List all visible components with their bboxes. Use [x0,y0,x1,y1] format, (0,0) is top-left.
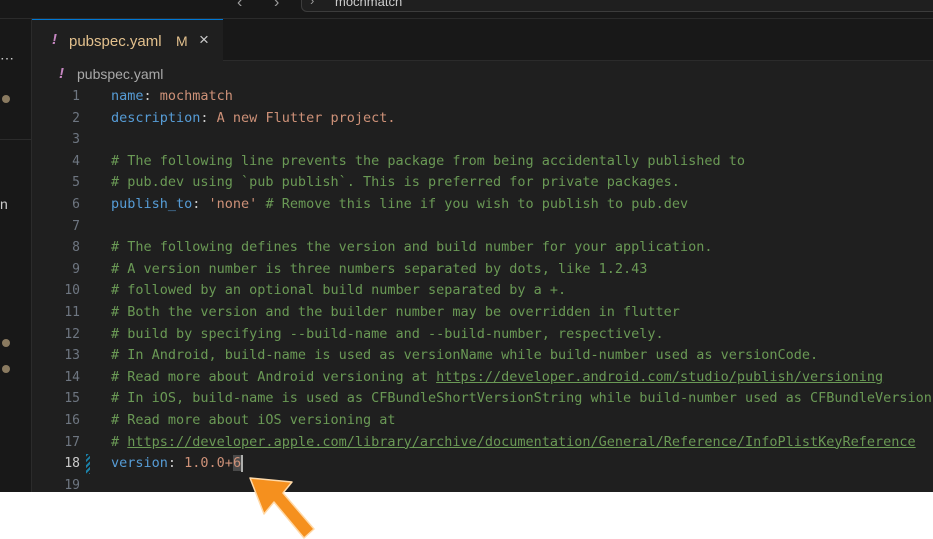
back-arrow-icon[interactable]: ‹ [237,0,242,12]
code-comment: # Remove this line if you wish to publis… [257,196,689,212]
code-line: # Read more about Android versioning at … [111,367,883,389]
code-comment: # In Android, build-name is used as vers… [111,347,819,364]
code-comment: # Read more about Android versioning at [111,368,437,385]
code-line-active: version: 1.0.0+6 [111,453,244,475]
yaml-key: publish_to [111,196,193,212]
line-number: 16 [64,413,80,428]
code-link[interactable]: https://developer.apple.com/library/arch… [127,434,915,450]
yaml-value: 1.0.0+ [184,455,233,472]
yaml-colon: : [192,196,209,212]
line-number: 4 [72,153,80,169]
code-line: description: A new Flutter project. [111,108,395,130]
chevron-right-icon: › [310,0,315,8]
line-number: 8 [72,240,80,256]
sidebar: ⋯ n [0,19,32,492]
breadcrumb[interactable]: pubspec.yaml [77,66,163,82]
code-comment: # Read more about iOS versioning at [111,412,396,428]
yaml-file-icon: ! [52,31,57,48]
forward-arrow-icon[interactable]: › [274,0,279,12]
command-center-label[interactable]: mochmatch [335,0,402,9]
vscode-window: ‹ › › mochmatch ⋯ n ! pubspec.yaml M × !… [0,0,933,492]
code-comment: # build by specifying --build-name and -… [111,325,664,342]
code-comment: # The following defines the version and … [111,239,713,256]
text-cursor [241,454,244,472]
yaml-colon: : [200,109,217,126]
line-number: 10 [64,283,80,299]
more-actions-icon[interactable]: ⋯ [0,50,14,67]
code-line: # https://developer.apple.com/library/ar… [111,432,916,454]
line-number: 6 [72,197,80,212]
code-comment: # Both the version and the builder numbe… [111,304,680,320]
yaml-key: name [111,88,144,104]
line-number: 19 [64,477,80,492]
yaml-colon: : [167,455,185,472]
modified-badge: M [176,33,188,49]
sidebar-text-fragment: n [0,196,8,212]
code-line: name: mochmatch [111,86,233,108]
modified-dot-icon [2,95,10,103]
line-number: 11 [64,305,80,320]
editor-tab-bar: ! pubspec.yaml M × [32,19,933,61]
line-number: 12 [64,326,80,342]
line-number: 18 [64,456,80,472]
code-comment: # [111,433,128,450]
line-number: 9 [72,261,80,277]
yaml-colon: : [143,88,160,104]
sidebar-divider [0,139,31,140]
yaml-value: mochmatch [159,88,233,104]
yaml-key: description [111,109,201,126]
line-number: 14 [64,369,80,385]
line-number: 7 [72,218,80,234]
line-number: 17 [64,434,80,450]
modified-dot-icon [2,365,10,373]
yaml-value: A new Flutter project. [216,109,396,126]
code-comment: # followed by an optional build number s… [111,282,567,299]
line-number: 13 [64,348,80,364]
modified-line-indicator [86,454,90,474]
code-comment: # A version number is three numbers sepa… [111,260,648,277]
yaml-key: version [111,455,168,472]
line-number: 3 [72,132,80,148]
yaml-value: 'none' [208,196,258,212]
tab-pubspec-yaml[interactable]: ! pubspec.yaml M × [32,19,223,61]
code-comment: # In iOS, build-name is used as CFBundle… [111,390,933,407]
code-comment: # pub.dev using `pub publish`. This is p… [111,174,680,191]
close-icon[interactable]: × [199,30,209,50]
selected-text[interactable]: 6 [232,455,242,472]
code-line: publish_to: 'none' # Remove this line if… [111,194,688,216]
yaml-file-icon: ! [59,65,64,82]
code-comment: # The following line prevents the packag… [111,152,745,169]
tab-label: pubspec.yaml [69,33,162,50]
line-number: 5 [72,175,80,191]
line-number: 2 [72,110,80,126]
line-number: 15 [64,391,80,407]
line-number: 1 [72,89,80,104]
code-link[interactable]: https://developer.android.com/studio/pub… [436,369,883,385]
title-bar: ‹ › › mochmatch [0,0,933,19]
modified-dot-icon [2,339,10,347]
